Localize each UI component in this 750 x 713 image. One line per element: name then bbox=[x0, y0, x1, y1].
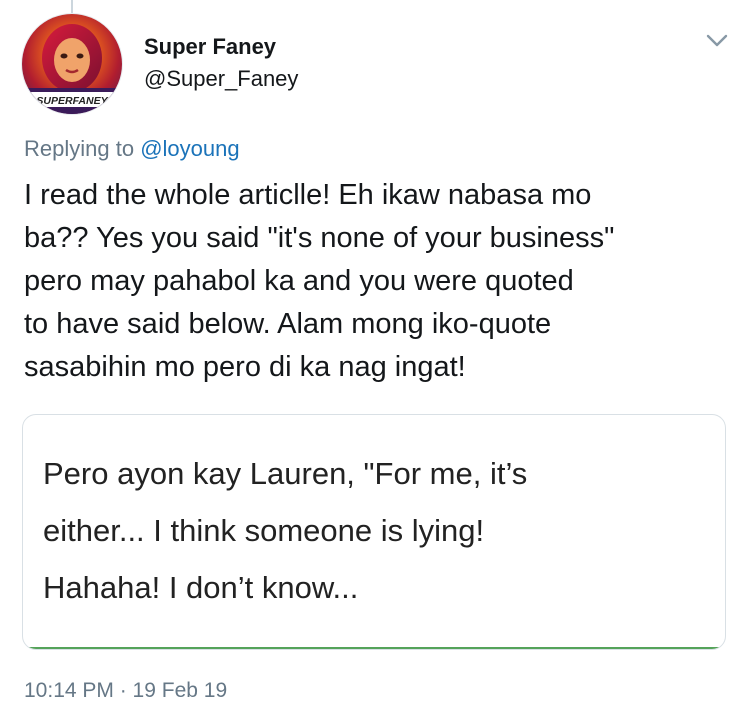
chevron-down-icon bbox=[706, 34, 728, 47]
thread-connector-line bbox=[71, 0, 73, 14]
replying-to: Replying to @loyoung bbox=[24, 136, 240, 162]
avatar[interactable]: SUPERFANEY bbox=[22, 14, 122, 114]
attached-image-bottom-border bbox=[23, 647, 725, 649]
replying-to-mention-link[interactable]: @loyoung bbox=[140, 136, 239, 161]
attached-image-text-line: Hahaha! I don’t know... bbox=[43, 570, 359, 605]
tweet-text-line: sasabihin mo pero di ka nag ingat! bbox=[24, 351, 466, 383]
replying-prefix: Replying to bbox=[24, 136, 135, 161]
tweet-text: I read the whole articlle! Eh ikaw nabas… bbox=[24, 174, 724, 389]
tweet-text-line: to have said below. Alam mong iko-quote bbox=[24, 308, 552, 340]
tweet-text-line: I read the whole articlle! Eh ikaw nabas… bbox=[24, 179, 592, 211]
tweet-text-line: ba?? Yes you said "it's none of your bus… bbox=[24, 222, 615, 254]
attached-image-text-line: Pero ayon kay Lauren, "For me, it’s bbox=[43, 456, 528, 491]
author-name[interactable]: Super Faney bbox=[144, 34, 276, 60]
avatar-image: SUPERFANEY bbox=[22, 24, 122, 114]
tweet-timestamp[interactable]: 10:14 PM · 19 Feb 19 bbox=[24, 679, 227, 703]
attached-image-text: Pero ayon kay Lauren, "For me, it’s eith… bbox=[43, 445, 527, 616]
avatar-label: SUPERFANEY bbox=[36, 95, 108, 107]
author-handle[interactable]: @Super_Faney bbox=[144, 66, 298, 92]
attached-image-text-line: either... I think someone is lying! bbox=[43, 513, 485, 548]
tweet-text-line: pero may pahabol ka and you were quoted bbox=[24, 265, 574, 297]
more-options-button[interactable] bbox=[700, 26, 734, 56]
attached-image[interactable]: Pero ayon kay Lauren, "For me, it’s eith… bbox=[22, 414, 726, 650]
